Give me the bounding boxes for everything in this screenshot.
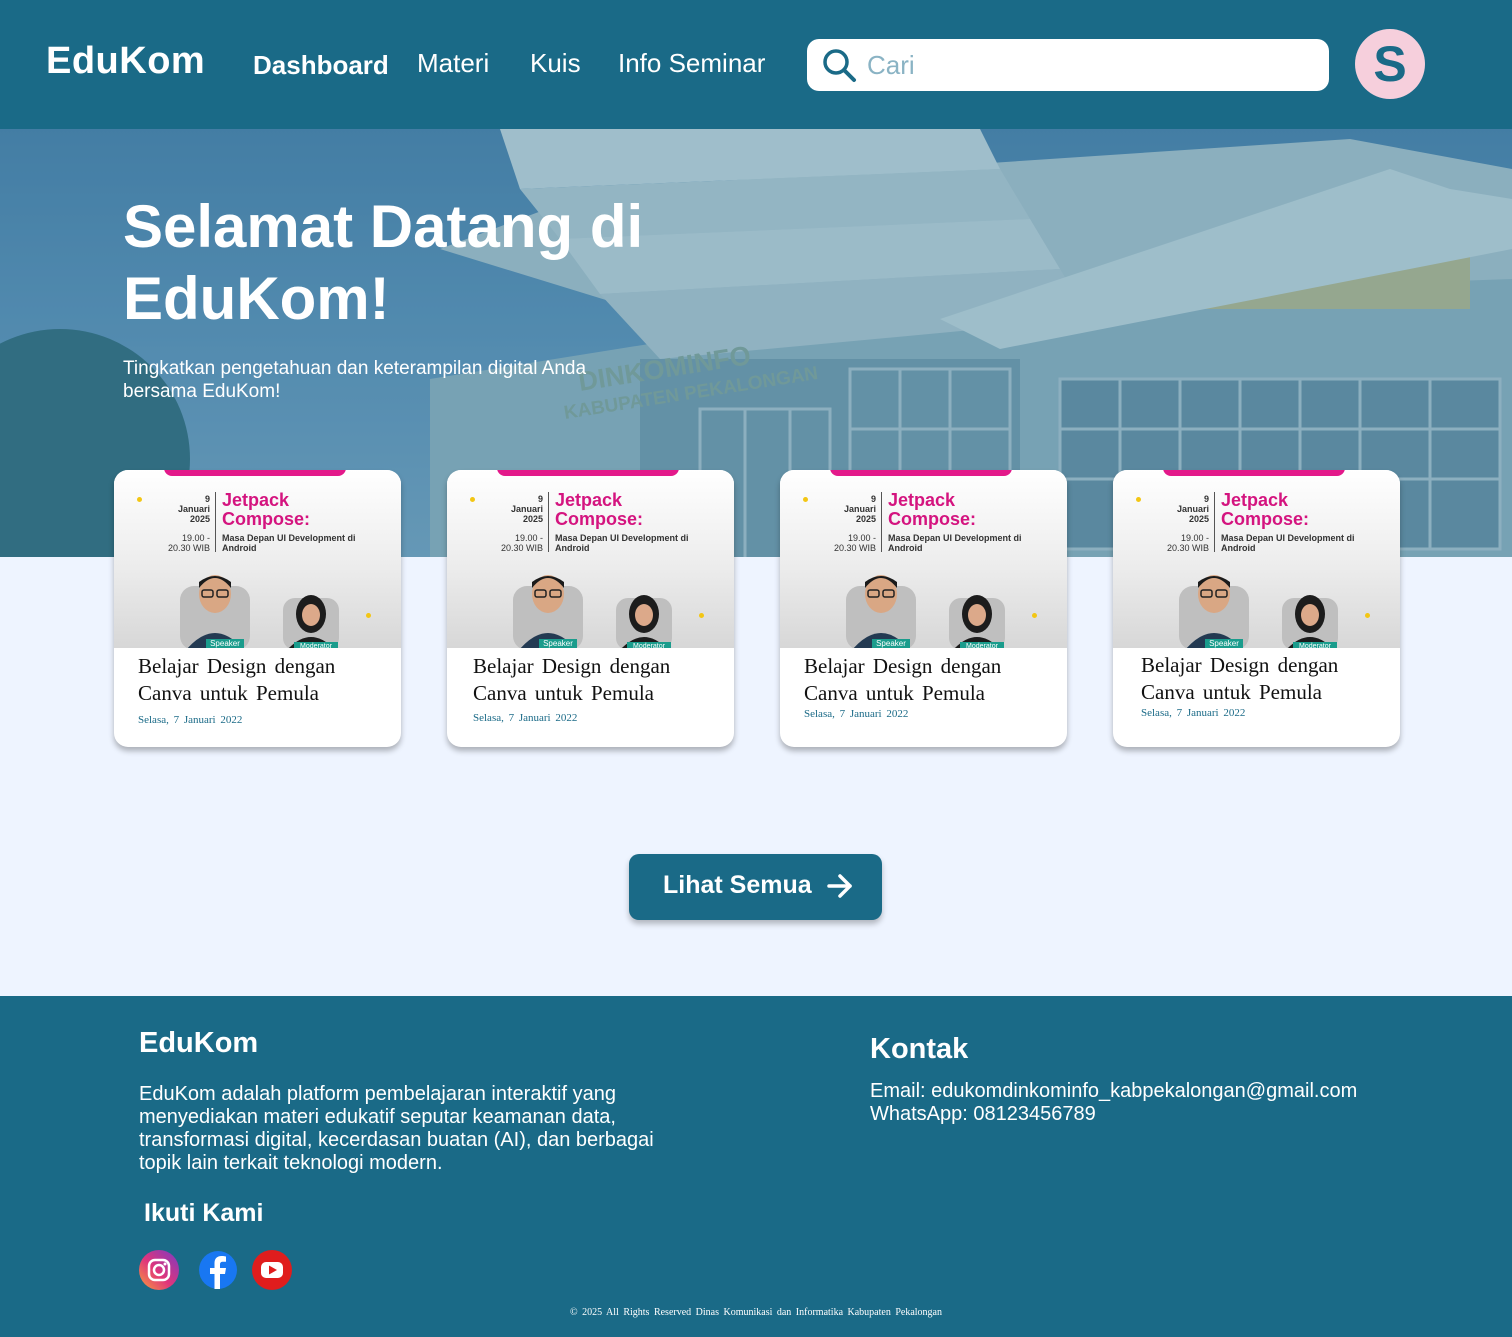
poster-title: Jetpack Compose: bbox=[555, 490, 644, 529]
card-title: Belajar Design dengan Canva untuk Pemula bbox=[804, 654, 1002, 705]
nav-link-dashboard[interactable]: Dashboard bbox=[253, 50, 389, 81]
hero-subtitle: Tingkatkan pengetahuan dan keterampilan … bbox=[123, 358, 587, 402]
youtube-icon bbox=[252, 1250, 292, 1290]
poster-description: Masa Depan UI Development di Android bbox=[1221, 533, 1355, 553]
poster-description: Masa Depan UI Development di Android bbox=[222, 533, 356, 553]
decor-dot bbox=[699, 613, 704, 618]
seminar-poster: 9 Januari 2025 19.00 - 20.30 WIB Jetpack Co… bbox=[114, 470, 401, 648]
contact-email[interactable]: Email: edukomdinkominfo_kabpekalongan@gm… bbox=[870, 1080, 1357, 1103]
poster-title: Jetpack Compose: bbox=[222, 490, 311, 529]
see-all-button[interactable]: Lihat Semua bbox=[629, 854, 882, 920]
instagram-icon bbox=[139, 1250, 179, 1290]
nav-link-kuis[interactable]: Kuis bbox=[530, 48, 581, 79]
top-navbar: EduKom Dashboard Materi Kuis Info Semina… bbox=[0, 0, 1512, 129]
youtube-link[interactable] bbox=[252, 1250, 292, 1290]
poster-divider bbox=[548, 492, 549, 552]
speaker-label: Speaker bbox=[1205, 639, 1243, 648]
search-input[interactable] bbox=[867, 45, 1307, 85]
poster-date: 9 Januari 2025 bbox=[1176, 494, 1209, 524]
card-title: Belajar Design dengan Canva untuk Pemula bbox=[1141, 653, 1339, 704]
card-date: Selasa, 7 Januari 2022 bbox=[138, 714, 243, 726]
poster-description: Masa Depan UI Development di Android bbox=[555, 533, 689, 553]
poster-title: Jetpack Compose: bbox=[888, 490, 977, 529]
poster-date: 9 Januari 2025 bbox=[177, 494, 210, 524]
speaker-photo bbox=[1179, 575, 1249, 648]
poster-header-tab bbox=[1163, 470, 1345, 476]
hero-title: Selamat Datang di EduKom! bbox=[123, 193, 644, 332]
card-date: Selasa, 7 Januari 2022 bbox=[473, 712, 578, 724]
moderator-label: Moderator bbox=[960, 642, 1004, 648]
decor-dot bbox=[366, 613, 371, 618]
seminar-card-1[interactable]: 9 Januari 2025 19.00 - 20.30 WIB Jetpack Co… bbox=[114, 470, 401, 747]
poster-header-tab bbox=[497, 470, 679, 476]
nav-link-materi[interactable]: Materi bbox=[417, 48, 489, 79]
footer: EduKom EduKom adalah platform pembelajar… bbox=[0, 996, 1512, 1337]
poster-time: 19.00 - 20.30 WIB bbox=[833, 533, 876, 553]
poster-description: Masa Depan UI Development di Android bbox=[888, 533, 1022, 553]
poster-time: 19.00 - 20.30 WIB bbox=[500, 533, 543, 553]
seminar-poster: 9 Januari 2025 19.00 - 20.30 WIB Jetpack Co… bbox=[1113, 470, 1400, 648]
decor-dot bbox=[137, 497, 142, 502]
seminar-card-2[interactable]: 9 Januari 2025 19.00 - 20.30 WIB Jetpack Co… bbox=[447, 470, 734, 747]
footer-brand: EduKom bbox=[139, 1027, 259, 1059]
poster-date: 9 Januari 2025 bbox=[510, 494, 543, 524]
facebook-link[interactable] bbox=[198, 1250, 238, 1290]
speaker-photo bbox=[513, 575, 583, 648]
poster-header-tab bbox=[164, 470, 346, 476]
seminar-card-3[interactable]: 9 Januari 2025 19.00 - 20.30 WIB Jetpack Co… bbox=[780, 470, 1067, 747]
poster-header-tab bbox=[830, 470, 1012, 476]
moderator-photo bbox=[1282, 595, 1338, 648]
decor-dot bbox=[1365, 613, 1370, 618]
poster-divider bbox=[215, 492, 216, 552]
poster-time: 19.00 - 20.30 WIB bbox=[1166, 533, 1209, 553]
search-box[interactable] bbox=[807, 39, 1329, 91]
speaker-label: Speaker bbox=[206, 639, 244, 648]
contact-title: Kontak bbox=[870, 1033, 969, 1065]
poster-divider bbox=[881, 492, 882, 552]
card-title: Belajar Design dengan Canva untuk Pemula bbox=[473, 654, 671, 705]
poster-time: 19.00 - 20.30 WIB bbox=[167, 533, 210, 553]
nav-link-info-seminar[interactable]: Info Seminar bbox=[618, 48, 765, 79]
footer-description: EduKom adalah platform pembelajaran inte… bbox=[139, 1083, 654, 1174]
moderator-photo bbox=[283, 595, 339, 648]
poster-date: 9 Januari 2025 bbox=[843, 494, 876, 524]
moderator-label: Moderator bbox=[1293, 642, 1337, 648]
moderator-label: Moderator bbox=[627, 642, 671, 648]
speaker-label: Speaker bbox=[539, 639, 577, 648]
speaker-label: Speaker bbox=[872, 639, 910, 648]
card-title: Belajar Design dengan Canva untuk Pemula bbox=[138, 654, 336, 705]
seminar-poster: 9 Januari 2025 19.00 - 20.30 WIB Jetpack Co… bbox=[780, 470, 1067, 648]
seminar-poster: 9 Januari 2025 19.00 - 20.30 WIB Jetpack Co… bbox=[447, 470, 734, 648]
moderator-photo bbox=[616, 595, 672, 648]
decor-dot bbox=[470, 497, 475, 502]
contact-whatsapp[interactable]: WhatsApp: 08123456789 bbox=[870, 1103, 1096, 1126]
arrow-right-icon bbox=[827, 874, 852, 898]
see-all-label: Lihat Semua bbox=[663, 871, 812, 899]
moderator-photo bbox=[949, 595, 1005, 648]
card-date: Selasa, 7 Januari 2022 bbox=[804, 708, 909, 720]
moderator-label: Moderator bbox=[294, 642, 338, 648]
decor-dot bbox=[1136, 497, 1141, 502]
avatar[interactable]: S bbox=[1355, 29, 1425, 99]
poster-divider bbox=[1214, 492, 1215, 552]
search-icon bbox=[823, 49, 856, 82]
speaker-photo bbox=[180, 575, 250, 648]
copyright: © 2025 All Rights Reserved Dinas Komunik… bbox=[570, 1307, 942, 1318]
logo[interactable]: EduKom bbox=[46, 40, 205, 83]
decor-dot bbox=[803, 497, 808, 502]
decor-dot bbox=[1032, 613, 1037, 618]
card-date: Selasa, 7 Januari 2022 bbox=[1141, 707, 1246, 719]
seminar-card-4[interactable]: 9 Januari 2025 19.00 - 20.30 WIB Jetpack Co… bbox=[1113, 470, 1400, 747]
facebook-icon bbox=[199, 1251, 237, 1289]
speaker-photo bbox=[846, 575, 916, 648]
follow-us-title: Ikuti Kami bbox=[144, 1199, 264, 1227]
poster-title: Jetpack Compose: bbox=[1221, 490, 1310, 529]
instagram-link[interactable] bbox=[139, 1250, 179, 1290]
